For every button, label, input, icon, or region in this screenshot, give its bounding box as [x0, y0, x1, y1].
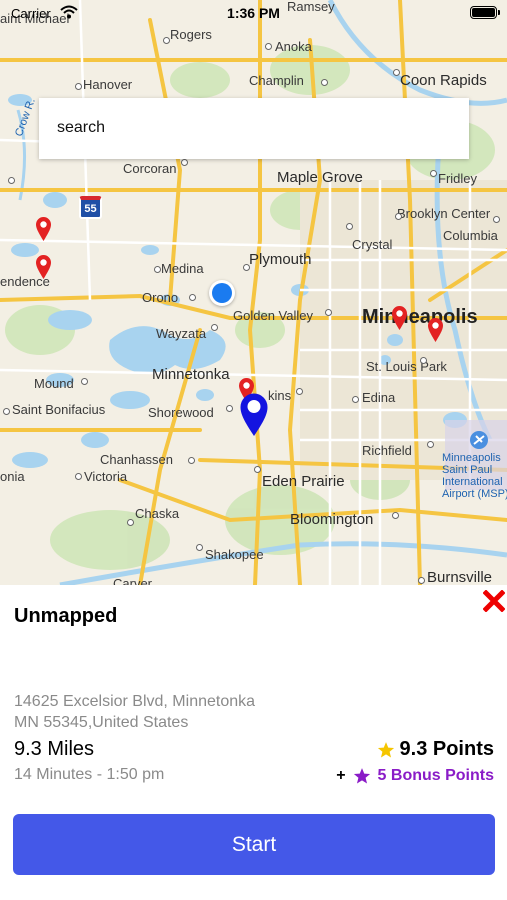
map-label-airport: Minneapolis Saint Paul International Air… [442, 452, 507, 500]
map-label-wayzata: Wayzata [156, 326, 207, 341]
bonus-points-value: 5 Bonus Points [377, 767, 494, 784]
map-label-hanover: Hanover [83, 77, 133, 92]
city-dot [189, 294, 196, 301]
map-label-waconia: onia [0, 469, 25, 484]
map-label-columbia: Columbia [443, 228, 498, 243]
city-dot [265, 43, 272, 50]
map-label-coon-rapids: Coon Rapids [400, 72, 487, 89]
location-title: Unmapped [14, 605, 118, 627]
map-label-shorewood: Shorewood [148, 405, 214, 420]
map-label-saint-bonifacius: Saint Bonifacius [12, 402, 106, 417]
city-dot [430, 170, 437, 177]
status-time: 1:36 PM [227, 5, 280, 21]
city-dot [418, 577, 425, 584]
city-dot [427, 441, 434, 448]
search-input[interactable] [57, 117, 447, 139]
map-label-carver: Carver [113, 576, 153, 585]
close-icon[interactable] [483, 590, 505, 612]
bonus-plus-sign: + [336, 767, 346, 784]
map-label-minneapolis: Minneapolis [362, 306, 478, 328]
location-detail-panel: Unmapped 14625 Excelsior Blvd, Minnetonk… [0, 585, 507, 900]
map-pin-red-icon[interactable] [427, 317, 444, 343]
map-label-chaska: Chaska [135, 506, 180, 521]
city-dot [325, 309, 332, 316]
map-label-plymouth: Plymouth [249, 251, 312, 268]
map-label-anoka: Anoka [275, 39, 312, 54]
map-label-crystal: Crystal [352, 237, 393, 252]
map-pin-red-icon[interactable] [391, 305, 408, 331]
status-bar: Carrier 1:36 PM [0, 0, 507, 26]
map-label-corcoran: Corcoran [123, 161, 177, 176]
distance-label: 9.3 Miles [14, 738, 95, 760]
map-label-rogers: Rogers [170, 27, 212, 42]
map-label-eden-prairie: Eden Prairie [262, 473, 345, 490]
points-display: 9.3 Points [377, 738, 494, 761]
map-label-maple-grove: Maple Grove [277, 169, 363, 186]
city-dot [3, 408, 10, 415]
map-label-st-louis-park: St. Louis Park [366, 359, 447, 374]
city-dot [493, 216, 500, 223]
bonus-star-icon [353, 768, 370, 784]
city-dot [188, 457, 195, 464]
bonus-points-display: + 5 Bonus Points [336, 767, 494, 785]
city-dot [211, 324, 218, 331]
city-dot [254, 466, 261, 473]
current-location-icon [209, 280, 235, 306]
address-line-2: MN 55345,United States [14, 714, 189, 731]
city-dot [392, 512, 399, 519]
map-label-golden-valley: Golden Valley [233, 308, 313, 323]
city-dot [352, 396, 359, 403]
city-dot [296, 388, 303, 395]
map-label-champlin: Champlin [249, 73, 304, 88]
city-dot [75, 473, 82, 480]
city-dot [196, 544, 203, 551]
map-label-hopkins: kins [268, 388, 292, 403]
eta-label: 14 Minutes - 1:50 pm [14, 766, 165, 783]
map-label-minnetonka: Minnetonka [152, 366, 230, 383]
map-label-shakopee: Shakopee [205, 547, 264, 562]
map-label-orono: Orono [142, 290, 179, 305]
start-button[interactable]: Start [13, 814, 495, 875]
selected-map-pin-icon[interactable] [239, 392, 269, 437]
city-dot [393, 69, 400, 76]
map-label-bloomington: Bloomington [290, 511, 374, 528]
map-label-mound: Mound [34, 376, 74, 391]
battery-icon [470, 6, 500, 19]
map-view[interactable]: Carrier 1:36 PM Ramsey aint Michael Roge… [0, 0, 507, 585]
city-dot [181, 159, 188, 166]
city-dot [226, 405, 233, 412]
search-bar[interactable] [39, 98, 469, 159]
city-dot [420, 357, 427, 364]
city-dot [154, 266, 161, 273]
city-dot [8, 177, 15, 184]
map-label-burnsville: Burnsville [427, 569, 493, 585]
map-label-fridley: Fridley [438, 171, 478, 186]
map-label-edina: Edina [362, 390, 396, 405]
map-label-chanhassen: Chanhassen [100, 452, 173, 467]
map-label-brooklyn-center: Brooklyn Center [397, 206, 491, 221]
city-dot [346, 223, 353, 230]
map-label-victoria: Victoria [84, 469, 128, 484]
star-icon [377, 741, 394, 757]
points-value: 9.3 Points [399, 738, 494, 760]
city-dot [163, 37, 170, 44]
city-dot [81, 378, 88, 385]
map-pin-red-icon[interactable] [35, 254, 52, 280]
city-dot [243, 264, 250, 271]
address-line-1: 14625 Excelsior Blvd, Minnetonka [14, 693, 256, 710]
map-pin-red-icon[interactable] [35, 216, 52, 242]
city-dot [75, 83, 82, 90]
map-label-medina: Medina [161, 261, 204, 276]
city-dot [321, 79, 328, 86]
map-label-richfield: Richfield [362, 443, 412, 458]
city-dot [127, 519, 134, 526]
city-dot [395, 213, 402, 220]
highway-shield-icon: 55 [79, 196, 102, 219]
